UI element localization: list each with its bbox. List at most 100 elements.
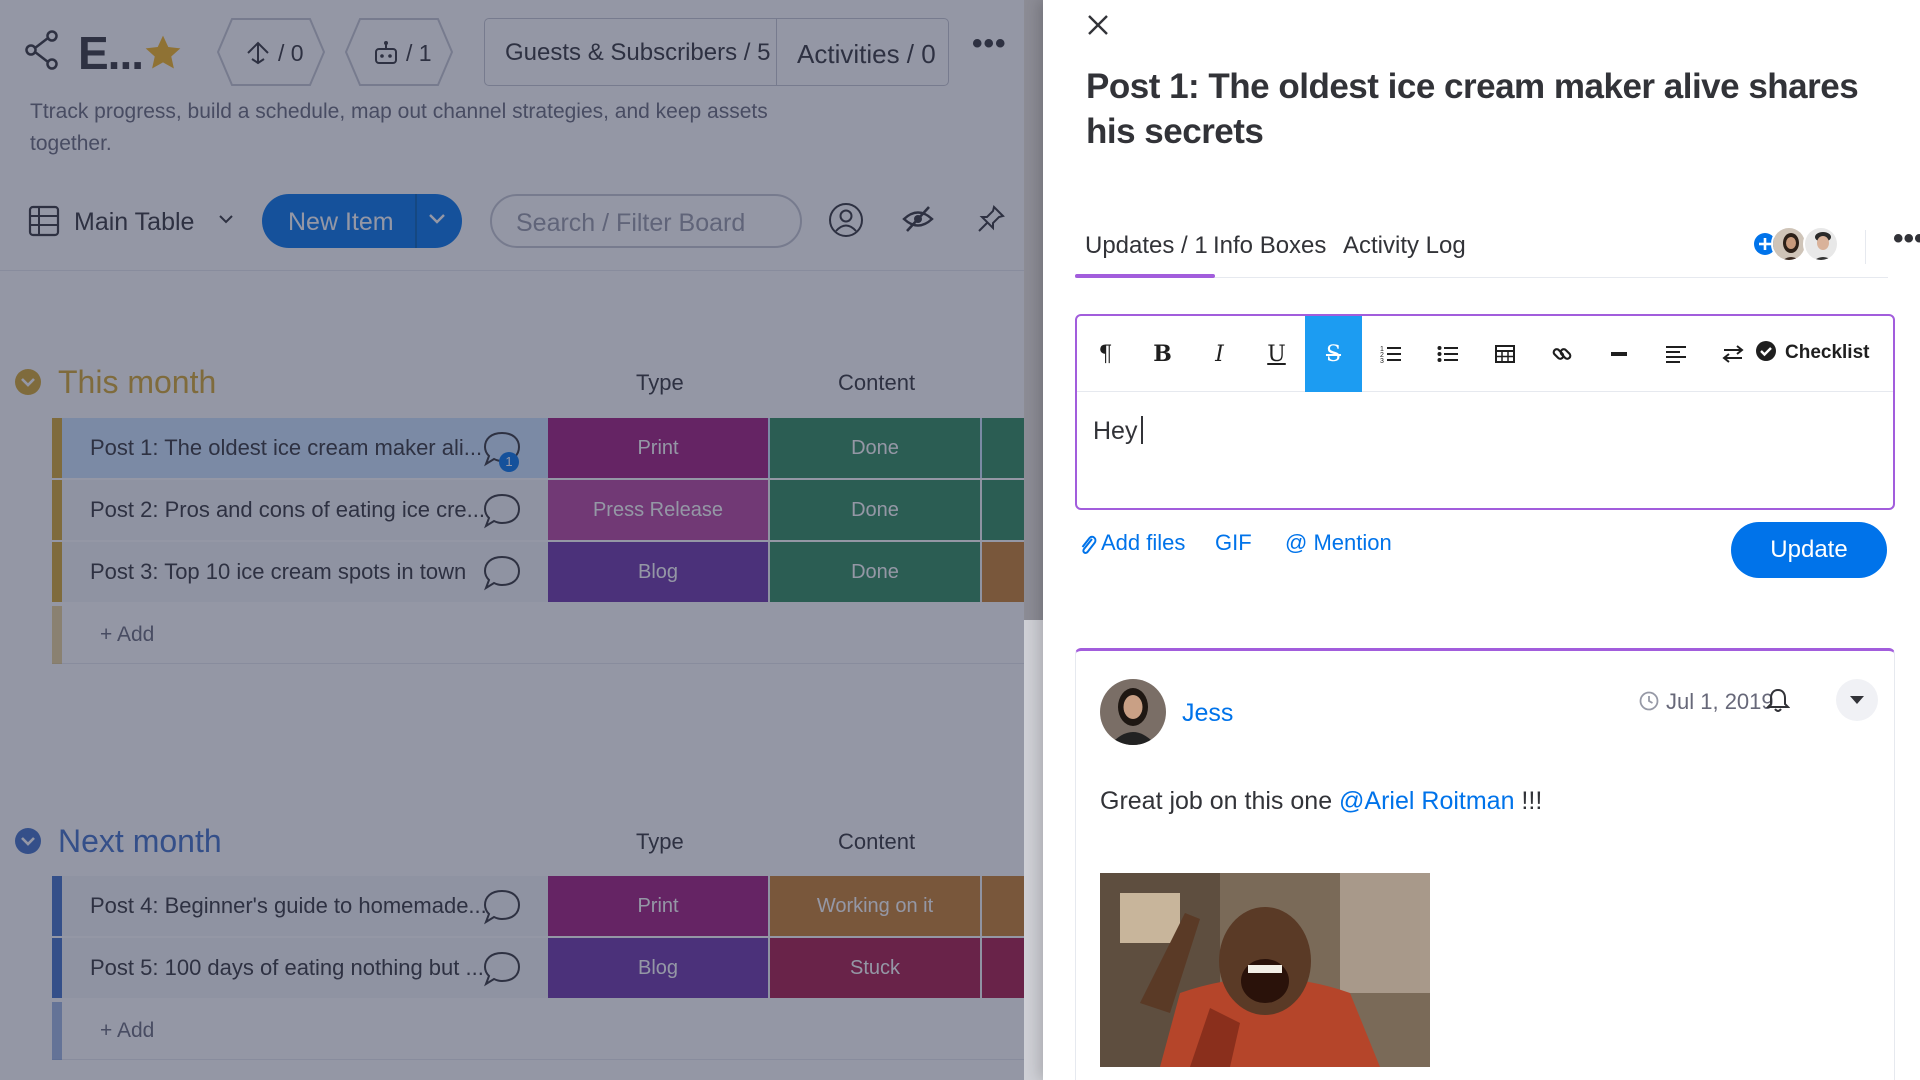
updates-bubble-icon[interactable] [482, 554, 522, 592]
gif-link[interactable]: GIF [1215, 530, 1252, 556]
board-area: E... / 0 / 1 Guests & Subscribers / 5 Ac… [0, 0, 1043, 1080]
group-name[interactable]: This month [58, 364, 216, 401]
close-icon[interactable] [1083, 10, 1113, 40]
update-text-input[interactable]: Hey [1093, 416, 1144, 446]
search-filter-input[interactable]: Search / Filter Board [490, 194, 802, 248]
tab-updates[interactable]: Updates / 1 [1085, 232, 1208, 260]
chevron-down-icon[interactable] [218, 214, 234, 224]
group-color-bar [52, 1002, 62, 1060]
avatar[interactable] [1803, 226, 1839, 262]
align-button[interactable] [1647, 316, 1704, 392]
post-text: Great job on this one [1100, 787, 1340, 815]
star-icon[interactable] [143, 34, 183, 72]
hide-columns-icon[interactable] [902, 204, 934, 234]
bullet-list-button[interactable] [1419, 316, 1476, 392]
group-next-month-header: Next month Type Content [0, 817, 1043, 863]
item-name[interactable]: Post 2: Pros and cons of eating ice cre.… [90, 497, 485, 523]
add-item-row[interactable]: + Add [52, 1002, 1043, 1060]
item-name[interactable]: Post 4: Beginner's guide to homemade... [90, 893, 487, 919]
subscribers-avatars[interactable] [1753, 226, 1863, 266]
group-color-bar [52, 606, 62, 664]
item-name[interactable]: Post 1: The oldest ice cream maker ali..… [90, 435, 482, 461]
post-mention-link[interactable]: @Ariel Roitman [1339, 787, 1514, 815]
type-cell[interactable]: Print [548, 876, 768, 936]
integrations-count: / 1 [406, 40, 432, 66]
direction-button[interactable] [1704, 316, 1761, 392]
integrations-button[interactable]: / 1 [344, 18, 454, 86]
board-more-menu-icon[interactable]: ••• [972, 29, 1007, 59]
content-status-cell[interactable]: Done [770, 418, 980, 478]
bold-button[interactable]: B [1134, 316, 1191, 392]
divider-button[interactable] [1590, 316, 1647, 392]
automations-button[interactable]: / 0 [216, 18, 326, 86]
type-cell[interactable]: Blog [548, 938, 768, 998]
avatar[interactable] [1771, 226, 1807, 262]
table-row[interactable]: Post 2: Pros and cons of eating ice cre.… [52, 480, 1043, 540]
scrollbar-track-lower[interactable] [1024, 620, 1043, 1080]
person-filter-icon[interactable] [828, 202, 864, 238]
post-gif-image[interactable] [1100, 873, 1430, 1067]
main-table-view-selector[interactable]: Main Table [74, 208, 194, 237]
table-row[interactable]: Post 3: Top 10 ice cream spots in town B… [52, 542, 1043, 602]
new-item-button[interactable]: New Item [262, 194, 462, 248]
column-header-content[interactable]: Content [838, 829, 915, 855]
table-button[interactable] [1476, 316, 1533, 392]
updates-bubble-icon[interactable] [482, 888, 522, 926]
column-header-type[interactable]: Type [636, 829, 684, 855]
guests-subscribers-button[interactable]: Guests & Subscribers / 5 [505, 39, 770, 67]
panel-more-menu-icon[interactable]: ••• [1893, 224, 1920, 254]
tab-activity-log[interactable]: Activity Log [1343, 232, 1466, 260]
updates-bubble-icon[interactable] [482, 950, 522, 988]
text-caret [1141, 416, 1144, 444]
paragraph-button[interactable]: ¶ [1077, 316, 1134, 392]
add-item-label[interactable]: + Add [100, 623, 154, 647]
pin-icon[interactable] [976, 204, 1006, 234]
group-collapse-icon[interactable] [14, 827, 42, 855]
numbered-list-button[interactable]: 123 [1362, 316, 1419, 392]
text-direction-icon [1721, 345, 1744, 363]
scrollbar-thumb[interactable] [1024, 0, 1043, 620]
table-row[interactable]: Post 1: The oldest ice cream maker ali..… [52, 418, 1043, 478]
post-options-button[interactable] [1836, 679, 1878, 721]
link-button[interactable] [1533, 316, 1590, 392]
update-button[interactable]: Update [1731, 522, 1887, 578]
bell-icon[interactable] [1766, 687, 1790, 713]
group-color-bar [52, 418, 62, 478]
type-cell[interactable]: Blog [548, 542, 768, 602]
content-status-cell[interactable]: Stuck [770, 938, 980, 998]
item-name[interactable]: Post 5: 100 days of eating nothing but .… [90, 955, 484, 981]
editor-toolbar: ¶ B I U S 123 Checklist [1077, 316, 1893, 392]
table-row[interactable]: Post 4: Beginner's guide to homemade... … [52, 876, 1043, 936]
updates-bubble-icon[interactable] [482, 492, 522, 530]
add-item-row[interactable]: + Add [52, 606, 1043, 664]
new-item-dropdown-icon[interactable] [428, 213, 446, 225]
underline-button[interactable]: U [1248, 316, 1305, 392]
avatar[interactable] [1100, 679, 1166, 745]
activities-button[interactable]: Activities / 0 [797, 39, 936, 70]
column-header-content[interactable]: Content [838, 370, 915, 396]
strikethrough-button[interactable]: S [1305, 316, 1362, 392]
add-files-link[interactable]: Add files [1101, 530, 1185, 556]
type-cell[interactable]: Print [548, 418, 768, 478]
item-name[interactable]: Post 3: Top 10 ice cream spots in town [90, 559, 466, 585]
group-name[interactable]: Next month [58, 823, 222, 860]
table-row[interactable]: Post 5: 100 days of eating nothing but .… [52, 938, 1043, 998]
group-collapse-icon[interactable] [14, 368, 42, 396]
checklist-label: Checklist [1785, 342, 1870, 363]
post-author[interactable]: Jess [1182, 699, 1233, 728]
update-editor[interactable]: ¶ B I U S 123 Checklist Hey [1075, 314, 1895, 510]
content-status-cell[interactable]: Working on it [770, 876, 980, 936]
panel-tabs: Updates / 1 Info Boxes Activity Log ••• [1075, 224, 1920, 278]
item-title[interactable]: Post 1: The oldest ice cream maker alive… [1086, 64, 1886, 154]
board-description[interactable]: Ttrack progress, build a schedule, map o… [30, 96, 790, 160]
board-title[interactable]: E... [78, 26, 144, 80]
italic-button[interactable]: I [1191, 316, 1248, 392]
content-status-cell[interactable]: Done [770, 542, 980, 602]
tab-info-boxes[interactable]: Info Boxes [1213, 232, 1326, 260]
add-item-label[interactable]: + Add [100, 1019, 154, 1043]
type-cell[interactable]: Press Release [548, 480, 768, 540]
mention-link[interactable]: @ Mention [1285, 530, 1392, 556]
content-status-cell[interactable]: Done [770, 480, 980, 540]
share-icon[interactable] [24, 30, 60, 70]
column-header-type[interactable]: Type [636, 370, 684, 396]
